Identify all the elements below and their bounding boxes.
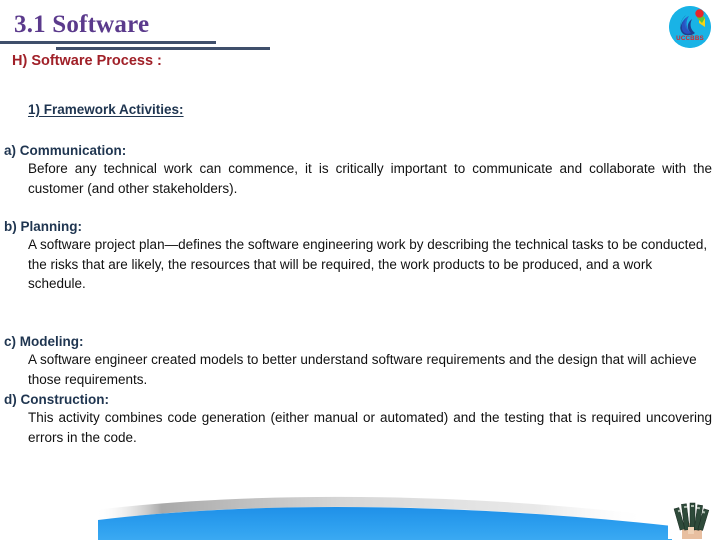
page-title: 3.1 Software <box>14 11 150 38</box>
section-modeling: c) Modeling: A software engineer created… <box>0 333 720 389</box>
section-label-planning: b) Planning: <box>4 219 82 234</box>
section-construction: d) Construction: This activity combines … <box>0 391 720 447</box>
section-planning: b) Planning: A software project plan—def… <box>0 218 720 294</box>
section-communication: a) Communication: Before any technical w… <box>0 142 720 198</box>
footer-wave-decoration <box>0 470 720 540</box>
subheading-framework-activities: 1) Framework Activities: <box>28 102 184 117</box>
hand-holding-modules-image <box>668 499 716 539</box>
svg-text:UCCBBS: UCCBBS <box>676 35 704 42</box>
title-divider-lower <box>56 47 270 50</box>
section-label-modeling: c) Modeling: <box>4 334 84 349</box>
section-body-construction: This activity combines code generation (… <box>28 410 712 445</box>
section-heading-software-process: H) Software Process : <box>12 53 162 69</box>
uccbbs-logo-icon: UCCBBS <box>669 6 711 48</box>
section-body-modeling: A software engineer created models to be… <box>28 352 697 387</box>
slide-canvas: 3.1 Software UCCBBS H) Software Process … <box>0 0 720 540</box>
section-label-construction: d) Construction: <box>4 392 109 407</box>
section-body-planning: A software project plan—defines the soft… <box>28 237 708 291</box>
section-label-communication: a) Communication: <box>4 143 127 158</box>
section-body-communication: Before any technical work can commence, … <box>28 161 712 196</box>
title-divider-upper <box>0 41 216 44</box>
